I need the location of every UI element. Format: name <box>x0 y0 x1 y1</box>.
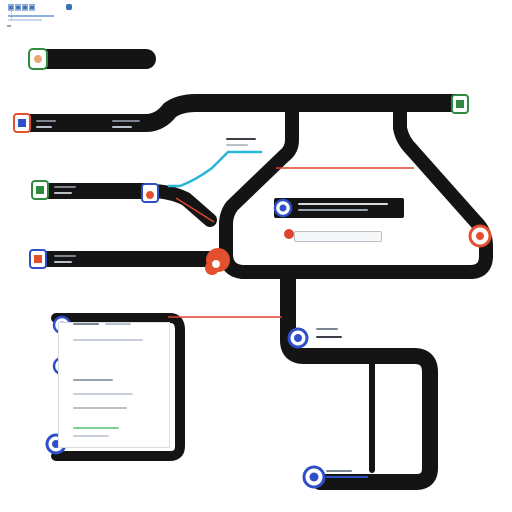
center-input-field[interactable] <box>294 231 382 242</box>
node-n15 <box>284 229 294 239</box>
label-n4-b <box>54 261 72 263</box>
node-n4 <box>29 249 47 269</box>
label-n11-a <box>316 328 338 330</box>
node-n10 <box>468 224 492 248</box>
node-n11 <box>287 327 309 349</box>
label-n4-a <box>54 255 76 257</box>
panel-line-1 <box>73 323 99 325</box>
node-n6 <box>273 198 293 218</box>
panel-line-4 <box>73 379 113 381</box>
label-cyan-a <box>226 138 256 140</box>
node-n2 <box>13 113 31 133</box>
panel-line-green <box>73 427 119 429</box>
panel-line-3 <box>73 339 143 341</box>
node-n12 <box>302 465 326 489</box>
node-n5 <box>141 183 159 203</box>
panel-line-5 <box>73 393 133 395</box>
label-center-b <box>298 209 368 211</box>
label-n2-c <box>112 120 140 122</box>
node-n8 <box>451 94 469 114</box>
label-n11-b <box>316 336 342 338</box>
node-n3 <box>31 180 49 200</box>
label-center-a <box>298 203 388 205</box>
node-n1 <box>28 48 48 70</box>
label-n3-a <box>54 186 76 188</box>
label-n3-b <box>54 192 72 194</box>
track-lower-loop <box>280 272 438 490</box>
label-n2-b <box>36 126 52 128</box>
label-box-center <box>274 198 404 218</box>
label-cyan-b <box>226 144 248 146</box>
panel-line-6 <box>73 407 127 409</box>
label-n2-d <box>112 126 132 128</box>
cyan-link <box>168 150 262 188</box>
panel-line-2 <box>105 323 131 325</box>
label-n2-a <box>36 120 56 122</box>
label-n12-a <box>326 470 352 472</box>
detail-panel <box>58 322 170 448</box>
track-trapezoid <box>219 105 493 279</box>
panel-line-7 <box>73 435 109 437</box>
